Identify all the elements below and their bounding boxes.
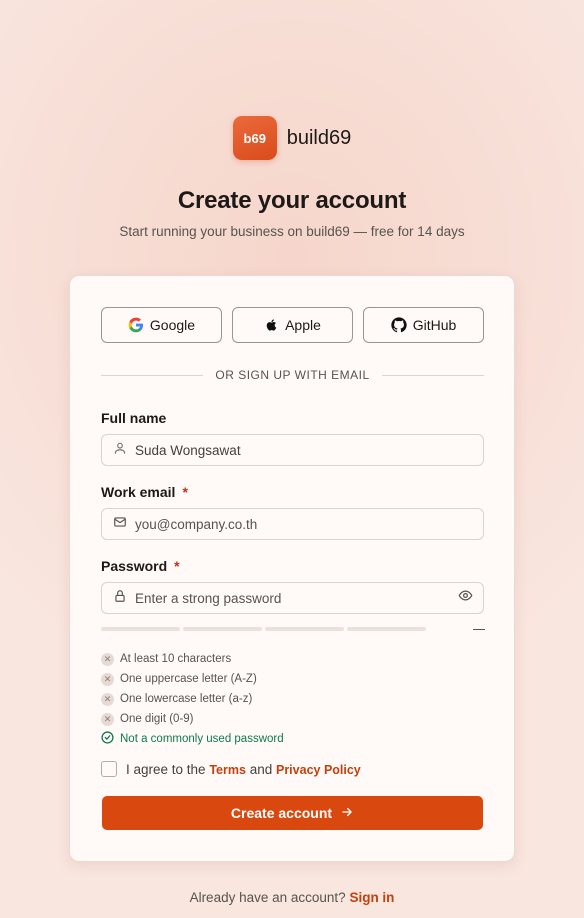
- apple-icon: [264, 317, 279, 333]
- privacy-policy-link[interactable]: Privacy Policy: [276, 763, 361, 777]
- google-icon: [128, 317, 144, 333]
- social-buttons: Google Apple GitHub: [101, 307, 484, 343]
- divider-text: OR SIGN UP WITH EMAIL: [215, 368, 370, 382]
- x-circle-icon: ✕: [101, 652, 114, 666]
- required-mark: *: [174, 558, 180, 574]
- signin-prompt-text: Already have an account?: [189, 890, 346, 905]
- rule-text: One lowercase letter (a-z): [120, 693, 253, 705]
- rule-item: ✕ One digit (0-9): [101, 709, 284, 729]
- full-name-label-text: Full name: [101, 410, 167, 426]
- divider-line-right: [381, 374, 485, 376]
- strength-segment: [347, 627, 426, 631]
- signup-card: Google Apple GitHub OR SIGN UP WITH EMAI…: [69, 275, 515, 862]
- password-label-text: Password: [101, 558, 168, 574]
- agree-text: I agree to the Terms and Privacy Policy: [126, 762, 361, 777]
- work-email-label-text: Work email: [101, 484, 176, 500]
- work-email-placeholder[interactable]: you@company.co.th: [135, 517, 473, 532]
- password-field[interactable]: Enter a strong password: [101, 582, 484, 614]
- rule-item: ✕ At least 10 characters: [101, 649, 284, 669]
- strength-segment: [265, 627, 344, 631]
- brand-name: build69: [286, 126, 352, 149]
- page-subtitle: Start running your business on build69 —…: [119, 224, 465, 239]
- arrow-right-icon: [340, 805, 354, 822]
- terms-checkbox[interactable]: [101, 761, 117, 777]
- full-name-value[interactable]: Suda Wongsawat: [135, 443, 473, 458]
- full-name-label: Full name: [101, 410, 166, 426]
- apple-label: Apple: [285, 317, 321, 333]
- x-circle-icon: ✕: [101, 692, 114, 706]
- brand: b69 build69: [0, 116, 584, 160]
- password-placeholder[interactable]: Enter a strong password: [135, 591, 450, 606]
- mail-icon: [113, 515, 127, 534]
- x-circle-icon: ✕: [101, 672, 114, 686]
- rule-text: One uppercase letter (A-Z): [120, 673, 257, 685]
- create-account-button[interactable]: Create account: [102, 796, 483, 830]
- eye-icon[interactable]: [458, 588, 473, 608]
- sign-in-link[interactable]: Sign in: [349, 890, 394, 905]
- create-account-label: Create account: [230, 805, 333, 821]
- terms-link[interactable]: Terms: [209, 763, 246, 777]
- rule-text: One digit (0-9): [120, 713, 194, 725]
- github-icon: [391, 317, 407, 333]
- user-icon: [113, 441, 127, 460]
- x-circle-icon: ✕: [101, 712, 114, 726]
- rule-item: ✕ One lowercase letter (a-z): [101, 689, 284, 709]
- agree-and: and: [249, 761, 273, 777]
- strength-label: [473, 628, 485, 630]
- divider: OR SIGN UP WITH EMAIL: [101, 368, 485, 382]
- signin-prompt: Already have an account? Sign in: [0, 890, 584, 905]
- work-email-field[interactable]: you@company.co.th: [101, 508, 484, 540]
- google-button[interactable]: Google: [101, 307, 222, 343]
- google-label: Google: [149, 317, 196, 333]
- page-title: Create your account: [177, 187, 407, 214]
- rule-text: Not a commonly used password: [120, 733, 284, 745]
- rule-text: At least 10 characters: [120, 653, 232, 665]
- full-name-field[interactable]: Suda Wongsawat: [101, 434, 484, 466]
- rule-item: Not a commonly used password: [101, 729, 284, 749]
- terms-agreement: I agree to the Terms and Privacy Policy: [101, 761, 361, 777]
- github-label: GitHub: [412, 317, 457, 333]
- password-strength-meter: [101, 627, 485, 631]
- lock-icon: [113, 589, 127, 608]
- password-label: Password *: [101, 558, 180, 574]
- strength-segment: [183, 627, 262, 631]
- divider-line-left: [101, 374, 204, 376]
- check-circle-icon: [101, 731, 114, 747]
- rule-item: ✕ One uppercase letter (A-Z): [101, 669, 284, 689]
- work-email-label: Work email *: [101, 484, 188, 500]
- github-button[interactable]: GitHub: [363, 307, 484, 343]
- password-rules: ✕ At least 10 characters ✕ One uppercase…: [101, 649, 284, 749]
- agree-prefix: I agree to the: [126, 761, 206, 777]
- strength-segment: [101, 627, 180, 631]
- apple-button[interactable]: Apple: [232, 307, 353, 343]
- required-mark: *: [182, 484, 188, 500]
- brand-logo: b69: [232, 116, 277, 160]
